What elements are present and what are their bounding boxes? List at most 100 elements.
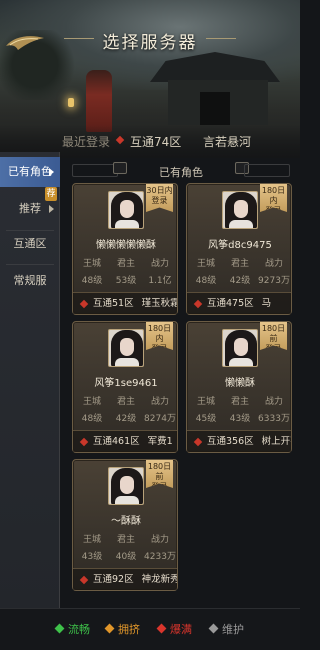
avatar-body bbox=[115, 358, 139, 366]
card-server-name: 互通461区 bbox=[93, 436, 140, 447]
sidebar-item-cross-server[interactable]: 互通区 bbox=[0, 229, 60, 259]
chevron-right-icon bbox=[49, 168, 54, 176]
chevron-right-icon bbox=[49, 205, 54, 213]
stat-label-city: 王城 bbox=[82, 397, 101, 407]
legend-item-crowded: 拥挤 bbox=[104, 621, 140, 637]
server-category-sidebar: 已有角色 推荐 互通区 常规服 bbox=[0, 152, 60, 608]
legend-item-full: 爆满 bbox=[156, 621, 192, 637]
stat-value-lord: 43级 bbox=[229, 414, 251, 424]
sidebar-item-label: 互通区 bbox=[13, 237, 47, 250]
legend-label: 爆满 bbox=[170, 623, 192, 636]
title-line-right bbox=[206, 38, 236, 39]
login-recency-tag: 180日内 登录 bbox=[146, 322, 173, 353]
stat-value-city: 48级 bbox=[81, 276, 103, 286]
sidebar-item-label: 已有角色 bbox=[8, 165, 52, 178]
character-card[interactable]: 180日内 登录 风筝1se9461 王城 君主 战力 48级 42级 8274万… bbox=[72, 321, 178, 453]
login-recency-tag: 180日前 登录 bbox=[260, 322, 287, 353]
avatar-face bbox=[234, 338, 248, 356]
card-server-info: 互通51区 瑾玉秋霜 bbox=[73, 292, 177, 314]
status-dot-icon bbox=[54, 623, 65, 634]
stat-value-power: 4233万 bbox=[144, 552, 176, 562]
stat-value-city: 45级 bbox=[195, 414, 217, 424]
stat-value-lord: 53级 bbox=[115, 276, 137, 286]
sidebar-item-regular-server[interactable]: 常规服 bbox=[0, 266, 60, 296]
login-recency-tag: 30日内 登录 bbox=[146, 184, 173, 212]
stat-value-city: 48级 bbox=[195, 276, 217, 286]
character-avatar bbox=[108, 467, 144, 505]
status-dot-icon bbox=[156, 623, 167, 634]
banner-gate bbox=[200, 92, 230, 125]
character-avatar bbox=[222, 191, 258, 229]
stat-label-lord: 君主 bbox=[116, 259, 135, 269]
avatar-body bbox=[115, 220, 139, 228]
stat-value-power: 8274万 bbox=[144, 414, 176, 424]
card-server-info: 互通92区 神龙新秀1 bbox=[73, 568, 177, 590]
character-avatar bbox=[108, 329, 144, 367]
card-nickname: 神龙新秀1 bbox=[141, 574, 177, 585]
sidebar-divider bbox=[6, 264, 54, 265]
section-header-bar-right bbox=[244, 164, 290, 177]
character-card[interactable]: 180日内 登录 风筝d8c9475 王城 君主 战力 48级 42级 9273万… bbox=[186, 183, 292, 315]
stat-label-city: 王城 bbox=[196, 259, 215, 269]
login-recency-tag: 180日内 登录 bbox=[260, 184, 287, 215]
title-row: 选择服务器 bbox=[0, 28, 300, 53]
status-dot-icon bbox=[208, 623, 219, 634]
stat-value-power: 9273万 bbox=[258, 276, 290, 286]
stat-label-power: 战力 bbox=[150, 259, 169, 269]
section-header: 已有角色 bbox=[72, 160, 290, 182]
legend-label: 流畅 bbox=[68, 623, 90, 636]
sidebar-item-label: 推荐 bbox=[19, 202, 41, 215]
server-status-icon bbox=[79, 299, 89, 309]
server-status-icon bbox=[79, 575, 89, 585]
avatar-face bbox=[120, 338, 134, 356]
avatar-face bbox=[120, 200, 134, 218]
avatar-face bbox=[234, 200, 248, 218]
stat-value-power: 1.1亿 bbox=[148, 276, 172, 286]
card-nickname: 瑾玉秋霜 bbox=[141, 298, 177, 309]
legend-item-maintenance: 维护 bbox=[208, 621, 244, 637]
legend-label: 维护 bbox=[222, 623, 244, 636]
stat-value-power: 6333万 bbox=[258, 414, 290, 424]
stat-label-city: 王城 bbox=[82, 535, 101, 545]
stat-value-lord: 42级 bbox=[115, 414, 137, 424]
stat-value-city: 43级 bbox=[81, 552, 103, 562]
stat-label-power: 战力 bbox=[264, 259, 283, 269]
card-nickname: 树上开花 bbox=[261, 436, 291, 447]
stat-label-power: 战力 bbox=[150, 397, 169, 407]
stat-label-power: 战力 bbox=[264, 397, 283, 407]
stat-label-city: 王城 bbox=[196, 397, 215, 407]
card-server-name: 互通51区 bbox=[93, 298, 134, 309]
status-dot-icon bbox=[104, 623, 115, 634]
card-server-info: 互通461区 军费1 bbox=[73, 430, 177, 452]
stat-label-power: 战力 bbox=[150, 535, 169, 545]
character-card[interactable]: 30日内 登录 懒懒懒懒懒酥 王城 君主 战力 48级 53级 1.1亿 互通51… bbox=[72, 183, 178, 315]
card-server-info: 互通356区 树上开花 bbox=[187, 430, 291, 452]
card-server-name: 互通475区 bbox=[207, 298, 254, 309]
character-name: 风筝d8c9475 bbox=[208, 240, 272, 251]
character-avatar bbox=[108, 191, 144, 229]
card-server-info: 互通475区 马 bbox=[187, 292, 291, 314]
legend-item-smooth: 流畅 bbox=[54, 621, 90, 637]
card-server-name: 互通356区 bbox=[207, 436, 254, 447]
stat-value-lord: 42级 bbox=[229, 276, 251, 286]
sidebar-item-owned-characters[interactable]: 已有角色 bbox=[0, 157, 60, 187]
server-status-legend: 流畅 拥挤 爆满 维护 bbox=[0, 608, 300, 650]
login-recency-tag: 180日前 登录 bbox=[146, 460, 173, 491]
legend-label: 拥挤 bbox=[118, 623, 140, 636]
character-name: 风筝1se9461 bbox=[94, 378, 158, 389]
title-line-left bbox=[64, 38, 94, 39]
stat-label-lord: 君主 bbox=[230, 259, 249, 269]
recommended-badge: 荐 bbox=[45, 187, 57, 201]
server-status-icon bbox=[193, 437, 203, 447]
stat-value-city: 48级 bbox=[81, 414, 103, 424]
lantern-icon bbox=[68, 98, 74, 107]
server-status-icon bbox=[79, 437, 89, 447]
character-card[interactable]: 180日前 登录 ～酥酥 王城 君主 战力 43级 40级 4233万 互通92区… bbox=[72, 459, 178, 591]
stat-label-lord: 君主 bbox=[116, 535, 135, 545]
page-title: 选择服务器 bbox=[102, 33, 198, 53]
recent-nickname: 言若悬河 bbox=[203, 135, 252, 149]
avatar-body bbox=[115, 496, 139, 504]
stat-label-lord: 君主 bbox=[116, 397, 135, 407]
character-card[interactable]: 180日前 登录 懒懒酥 王城 君主 战力 45级 43级 6333万 互通356… bbox=[186, 321, 292, 453]
stat-value-lord: 40级 bbox=[115, 552, 137, 562]
